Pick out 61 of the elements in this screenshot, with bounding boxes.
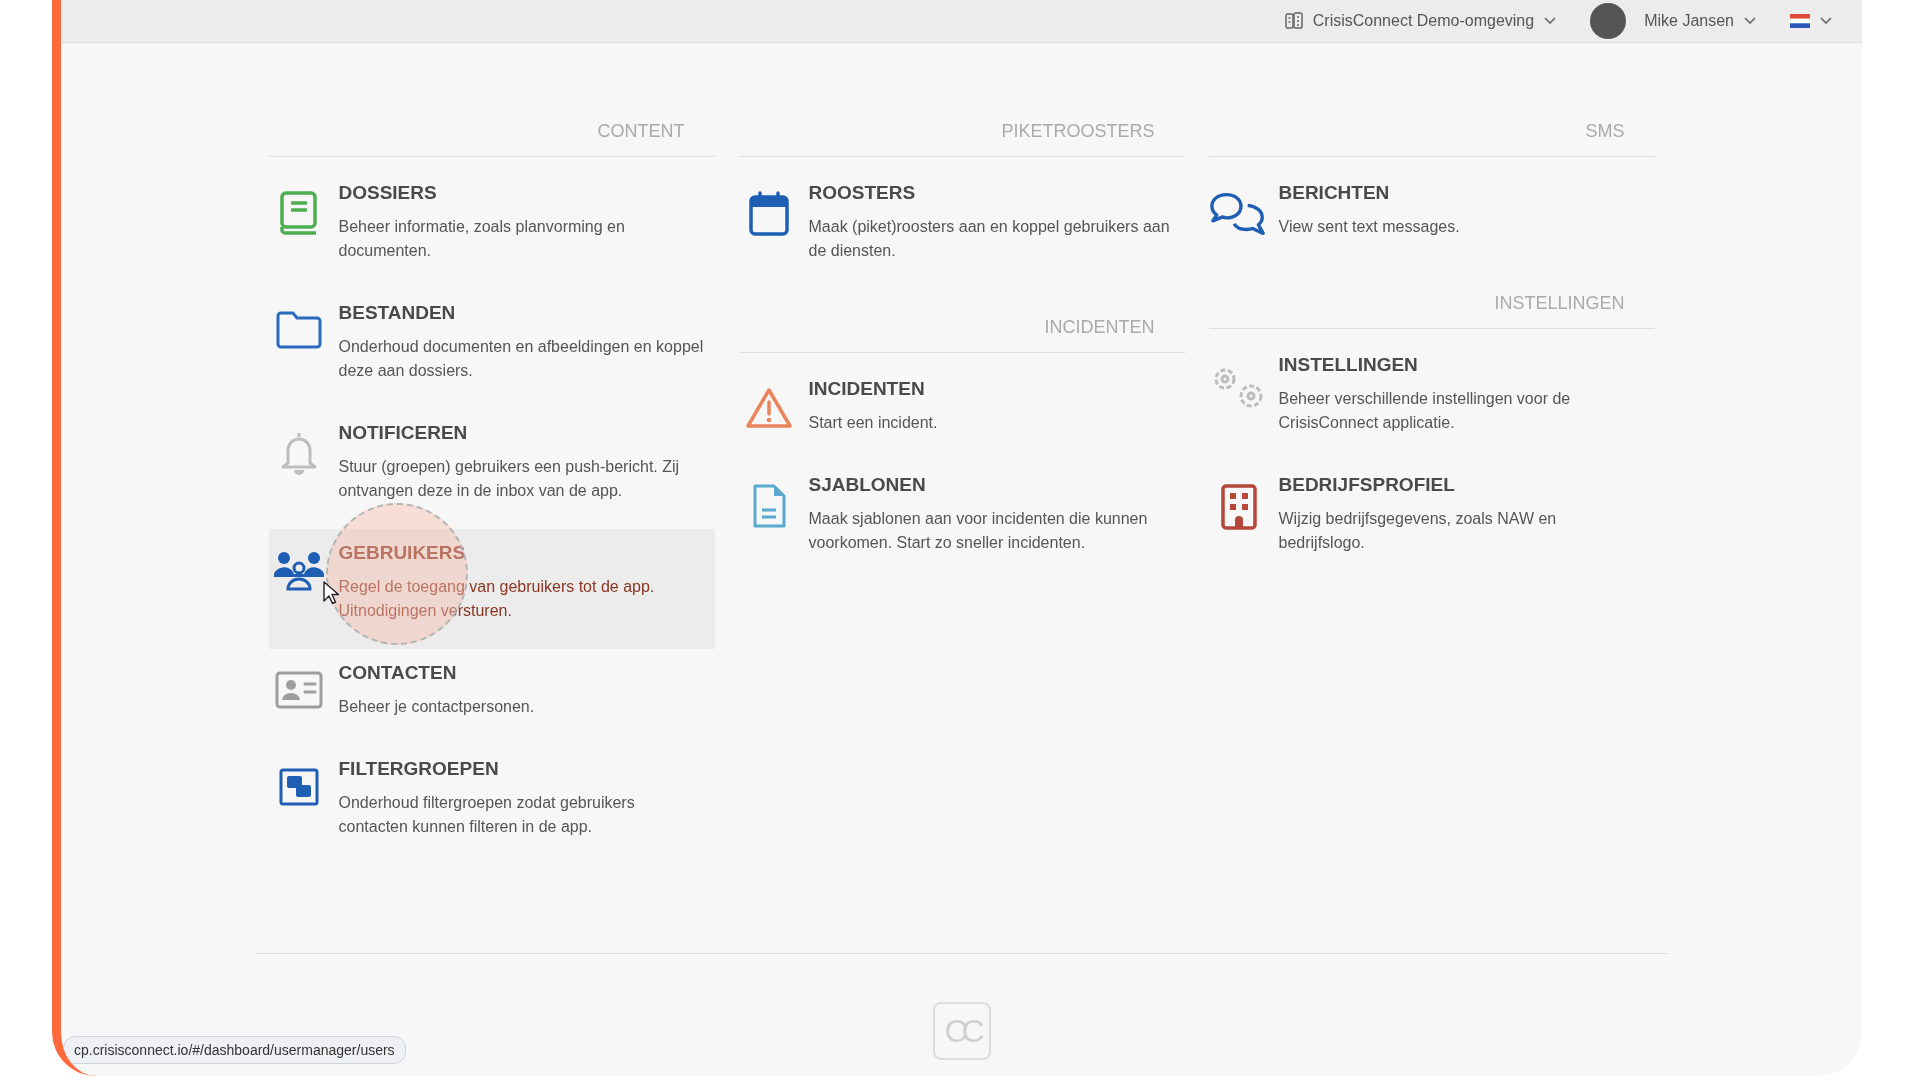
tile-title: INSTELLINGEN [1278,353,1419,377]
tile-description: Start een incident. [808,413,939,433]
tile-description: Beheer informatie, zoals planvorming en documenten. [338,217,626,261]
section-heading: PIKETROOSTERS [1001,121,1155,142]
language-menu[interactable] [1790,14,1832,28]
chevron-down-icon [1544,17,1557,25]
tile-title: FILTERGROEPEN [338,757,500,781]
tile-title: BERICHTEN [1278,181,1391,205]
tile-title: CONTACTEN [338,661,458,685]
section-heading: INCIDENTEN [1044,317,1155,338]
dashboard-tile[interactable]: INCIDENTEN Start een incident. [738,365,1185,461]
building-icon [1284,12,1303,30]
tile-title: ROOSTERS [808,181,917,205]
overlapping-squares-icon [277,767,320,807]
tile-description: Beheer je contactpersonen. [338,697,536,717]
tile-description: Maak (piket)roosters aan en koppel gebruikers aan de diensten. [808,217,1171,261]
dashboard-tile[interactable]: NOTIFICEREN Stuur (groepen) gebruikers een push-bericht. Zij ontvangen deze in de inbox van de app. [268,409,715,529]
tile-title: INCIDENTEN [808,377,926,401]
chevron-down-icon [1744,17,1756,25]
dashboard-tile[interactable]: DOSSIERS Beheer informatie, zoals planvorming en documenten. [268,169,715,289]
dashboard-tile[interactable]: BEDRIJFSPROFIEL Wijzig bedrijfsgegevens, zoals NAW en bedrijfslogo. [1208,461,1655,581]
section-heading: INSTELLINGEN [1494,293,1625,314]
flag-icon [1790,14,1810,28]
calendar-icon [747,191,790,237]
folder-icon [275,311,322,349]
dashboard-tile[interactable]: GEBRUIKERS Regel de toegang van gebruikers tot de app. Uitnodigingen versturen. [268,529,715,649]
tile-description: Onderhoud documenten en afbeeldingen en koppel deze aan dossiers. [338,337,705,381]
user-menu[interactable]: Mike Jansen [1590,3,1756,39]
dashboard-tile[interactable]: BERICHTEN View sent text messages. [1208,169,1655,265]
dashboard-tile[interactable]: SJABLONEN Maak sjablonen aan voor incidenten die kunnen voorkomen. Start zo sneller incidenten. [738,461,1185,581]
tile-title: NOTIFICEREN [338,421,469,445]
section-heading: CONTENT [597,121,685,142]
tile-title: GEBRUIKERS [338,541,467,565]
tile-description: Beheer verschillende instellingen voor de CrisisConnect applicatie. [1278,389,1572,433]
cursor-icon [322,581,339,605]
organization-menu[interactable]: CrisisConnect Demo-omgeving [1284,12,1557,30]
link-url-tooltip: cp.crisisconnect.io/#/dashboard/usermanager/users [63,1036,406,1064]
tile-description: Stuur (groepen) gebruikers een push-bericht. Zij ontvangen deze in de inbox van de app. [338,457,681,501]
tile-title: BEDRIJFSPROFIEL [1278,473,1456,497]
building-icon [1219,483,1258,531]
dashboard-tile[interactable]: FILTERGROEPEN Onderhoud filtergroepen zodat gebruikers contacten kunnen filteren in de app. [268,745,715,865]
users-icon [273,551,324,591]
dashboard-tile[interactable]: CONTACTEN Beheer je contactpersonen. [268,649,715,745]
tile-title: BESTANDEN [338,301,457,325]
tile-title: DOSSIERS [338,181,438,205]
warning-icon [744,387,793,429]
tile-description: View sent text messages. [1278,217,1461,237]
bell-icon [279,431,318,475]
section-heading: SMS [1585,121,1625,142]
book-icon [278,191,319,235]
dashboard-tile[interactable]: ROOSTERS Maak (piket)roosters aan en koppel gebruikers aan de diensten. [738,169,1185,289]
tile-description: Wijzig bedrijfsgegevens, zoals NAW en bedrijfslogo. [1278,509,1558,553]
dashboard-tile[interactable]: INSTELLINGEN Beheer verschillende instellingen voor de CrisisConnect applicatie. [1208,341,1655,461]
dashboard-tile[interactable]: BESTANDEN Onderhoud documenten en afbeeldingen en koppel deze aan dossiers. [268,289,715,409]
tile-description: Regel de toegang van gebruikers tot de app. Uitnodigingen versturen. [338,577,656,621]
tile-description: Maak sjablonen aan voor incidenten die kunnen voorkomen. Start zo sneller incidenten. [808,509,1149,553]
tile-description: Onderhoud filtergroepen zodat gebruikers contacten kunnen filteren in de app. [338,793,636,837]
avatar [1590,3,1627,39]
tile-title: SJABLONEN [808,473,927,497]
chevron-down-icon [1820,17,1832,25]
contact-card-icon [274,671,323,709]
